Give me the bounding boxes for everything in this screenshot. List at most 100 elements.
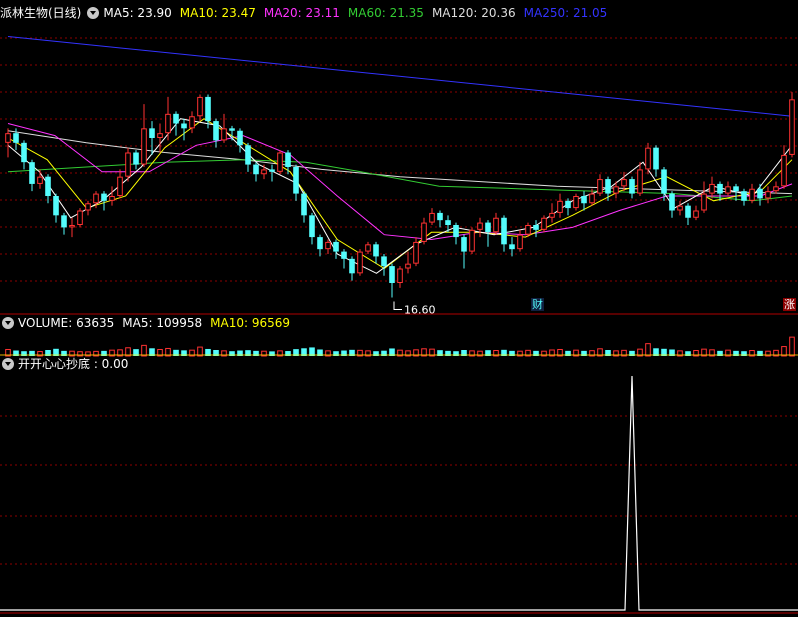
candle-body <box>621 179 627 187</box>
candle-body <box>45 176 51 196</box>
candle-body <box>197 96 203 117</box>
candle-body <box>133 152 139 165</box>
candle <box>77 208 83 228</box>
candle <box>45 174 51 204</box>
candle-body <box>93 193 99 204</box>
indicator-series[interactable] <box>0 375 798 611</box>
kline-chart-window[interactable]: 16.60 派林生物(日线) MA5: 23.90 MA10: 23.47 MA… <box>0 0 798 617</box>
candle <box>277 150 283 175</box>
candle <box>61 212 67 235</box>
candle-body <box>357 251 363 274</box>
candle <box>557 193 563 218</box>
candle <box>421 217 427 245</box>
candle <box>429 208 435 225</box>
price-panel-header: 派林生物(日线) MA5: 23.90 MA10: 23.47 MA20: 23… <box>0 5 615 21</box>
candle <box>381 254 387 276</box>
ma60-label: MA60: 21.35 <box>347 6 424 20</box>
candle <box>749 183 755 204</box>
candle-body <box>589 193 595 204</box>
ma250-line <box>7 36 793 117</box>
indicator-line <box>0 375 798 611</box>
candle-body <box>733 186 739 192</box>
candle-body <box>581 196 587 204</box>
indicator-menu-dropdown-icon[interactable] <box>2 358 14 370</box>
candle <box>165 96 171 141</box>
volume-menu-dropdown-icon[interactable] <box>2 317 14 329</box>
candle <box>637 162 643 196</box>
candle-body <box>333 241 339 252</box>
candle <box>133 150 139 170</box>
candle <box>709 176 715 199</box>
candle-body <box>149 128 155 138</box>
candle-body <box>117 176 123 197</box>
candle <box>189 111 195 134</box>
candle <box>461 234 467 269</box>
chart-canvas[interactable]: 16.60 <box>0 0 798 617</box>
candle-body <box>493 217 499 233</box>
candle-body <box>237 130 243 146</box>
candle <box>677 200 683 216</box>
candle <box>781 145 787 189</box>
candle-body <box>685 205 691 218</box>
candle <box>29 159 35 192</box>
candle <box>653 145 659 177</box>
candle <box>397 266 403 288</box>
candle-body <box>309 215 315 238</box>
candle-body <box>381 256 387 267</box>
candle <box>437 210 443 228</box>
candle-body <box>549 212 555 218</box>
candle-body <box>301 193 307 216</box>
candle-body <box>437 212 443 221</box>
candlestick-series[interactable] <box>5 92 795 298</box>
candle-body <box>77 210 83 225</box>
candle-body <box>541 217 547 230</box>
candle-body <box>501 217 507 245</box>
candle <box>125 147 131 182</box>
candle <box>37 169 43 189</box>
candle <box>493 212 499 235</box>
finance-event-badge[interactable]: 财 <box>531 298 544 311</box>
candle-body <box>605 179 611 194</box>
candle <box>765 186 771 204</box>
candle-body <box>461 237 467 252</box>
candle <box>21 140 27 170</box>
candle <box>53 193 59 223</box>
volume-bars[interactable] <box>0 336 798 357</box>
candle-body <box>533 225 539 230</box>
candle <box>149 121 155 155</box>
candle <box>301 191 307 223</box>
candle-body <box>365 244 371 252</box>
candle <box>413 237 419 267</box>
candle-body <box>229 128 235 131</box>
ma20-label: MA20: 23.11 <box>263 6 340 20</box>
candle <box>685 203 691 225</box>
volume-bar <box>645 343 651 357</box>
candle <box>293 164 299 201</box>
candle <box>629 176 635 199</box>
candle-body <box>413 241 419 264</box>
candle <box>645 142 651 175</box>
candle <box>309 212 315 245</box>
candle <box>173 111 179 136</box>
candle <box>317 234 323 257</box>
candle <box>469 227 475 254</box>
volume-label: VOLUME: 63635 <box>18 316 115 330</box>
candle <box>773 181 779 194</box>
ma20-line <box>7 123 793 241</box>
candle-body <box>597 179 603 194</box>
candle <box>757 183 763 206</box>
candle <box>253 162 259 182</box>
limit-up-badge[interactable]: 涨 <box>783 298 796 311</box>
candle <box>341 249 347 269</box>
candle-body <box>429 212 435 223</box>
candle-body <box>509 244 515 250</box>
candle-body <box>37 176 43 184</box>
candle-body <box>677 205 683 211</box>
candle <box>453 222 459 245</box>
candle <box>597 174 603 196</box>
volume-panel-header: VOLUME: 63635 MA5: 109958 MA10: 96569 <box>0 315 298 331</box>
candle-body <box>349 258 355 274</box>
panel-menu-dropdown-icon[interactable] <box>87 7 100 19</box>
candle-body <box>781 154 787 187</box>
candle-body <box>645 147 651 170</box>
